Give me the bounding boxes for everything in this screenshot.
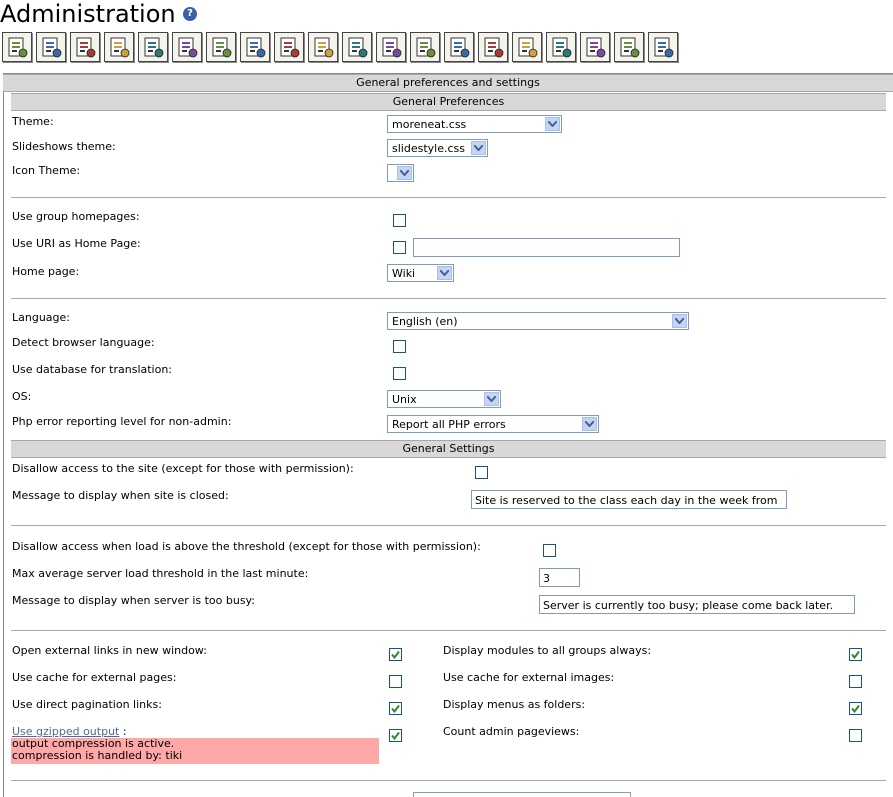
gzip-checkbox[interactable] bbox=[389, 729, 402, 742]
max-load-input[interactable]: 3 bbox=[539, 568, 580, 587]
detect-language-checkbox[interactable] bbox=[393, 340, 406, 353]
textarea-icon[interactable] bbox=[648, 32, 678, 62]
closed-message-label: Message to display when site is closed: bbox=[12, 489, 229, 502]
polls-icon[interactable] bbox=[512, 32, 542, 62]
faqs-icon[interactable] bbox=[274, 32, 304, 62]
gzip-status-line: compression is handled by: tiki bbox=[12, 749, 183, 762]
modules-all-groups-label: Display modules to all groups always: bbox=[443, 644, 652, 657]
separator bbox=[11, 630, 886, 631]
chevron-down-icon bbox=[484, 392, 499, 406]
admin-pageviews-checkbox[interactable] bbox=[849, 729, 862, 742]
php-error-label: Php error reporting level for non-admin: bbox=[12, 415, 232, 428]
images-icon[interactable] bbox=[546, 32, 576, 62]
busy-message-value: Server is currently too busy; please com… bbox=[543, 599, 834, 612]
cache-pages-label: Use cache for external pages: bbox=[12, 671, 177, 684]
uri-home-checkbox[interactable] bbox=[393, 241, 406, 254]
icon-theme-label: Icon Theme: bbox=[12, 164, 81, 177]
theme-select[interactable]: moreneat.css bbox=[387, 115, 562, 133]
slideshows-theme-select[interactable]: slidestyle.css bbox=[387, 139, 488, 157]
help-icon[interactable]: ? bbox=[183, 7, 197, 21]
maps-icon[interactable] bbox=[308, 32, 338, 62]
chevron-down-icon bbox=[582, 417, 597, 431]
disallow-load-label: Disallow access when load is above the t… bbox=[12, 540, 481, 553]
webmail-icon[interactable] bbox=[444, 32, 474, 62]
separator bbox=[11, 197, 886, 198]
faq-icon[interactable] bbox=[376, 32, 406, 62]
php-error-value: Report all PHP errors bbox=[392, 418, 506, 431]
home-page-select[interactable]: Wiki bbox=[387, 264, 454, 282]
cache-pages-checkbox[interactable] bbox=[389, 675, 402, 688]
chevron-down-icon bbox=[672, 314, 687, 328]
os-select[interactable]: Unix bbox=[387, 390, 501, 408]
chevron-down-icon bbox=[545, 117, 560, 131]
gzip-status-box: output compression is active. compressio… bbox=[11, 738, 379, 764]
busy-message-label: Message to display when server is too bu… bbox=[12, 594, 255, 607]
disallow-access-checkbox[interactable] bbox=[475, 466, 488, 479]
chevron-down-icon bbox=[437, 266, 452, 280]
closed-message-value: Site is reserved to the class each day i… bbox=[475, 494, 778, 507]
closed-message-input[interactable]: Site is reserved to the class each day i… bbox=[471, 490, 787, 509]
busy-message-input[interactable]: Server is currently too busy; please com… bbox=[539, 595, 855, 614]
features-icon[interactable] bbox=[2, 32, 32, 62]
file-gallery-icon[interactable] bbox=[172, 32, 202, 62]
menus-folders-checkbox[interactable] bbox=[849, 702, 862, 715]
login-icon[interactable] bbox=[36, 32, 66, 62]
chevron-down-icon bbox=[471, 141, 486, 155]
slideshows-theme-value: slidestyle.css bbox=[392, 142, 465, 155]
language-label: Language: bbox=[12, 311, 70, 324]
general-settings-header: General Settings bbox=[11, 440, 886, 458]
uri-home-label: Use URI as Home Page: bbox=[12, 237, 141, 250]
language-value: English (en) bbox=[392, 315, 458, 328]
forums-icon[interactable] bbox=[240, 32, 270, 62]
detect-language-label: Detect browser language: bbox=[12, 336, 155, 349]
os-value: Unix bbox=[392, 393, 417, 406]
language-select[interactable]: English (en) bbox=[387, 312, 689, 330]
admin-pageviews-label: Count admin pageviews: bbox=[443, 725, 580, 738]
db-translation-label: Use database for translation: bbox=[12, 363, 173, 376]
chevron-down-icon bbox=[397, 166, 412, 180]
search-icon[interactable] bbox=[614, 32, 644, 62]
gallery-icon[interactable] bbox=[138, 32, 168, 62]
menus-folders-label: Display menus as folders: bbox=[443, 698, 586, 711]
separator bbox=[11, 780, 886, 781]
blogs-icon[interactable] bbox=[206, 32, 236, 62]
max-load-value: 3 bbox=[543, 572, 550, 585]
theme-label: Theme: bbox=[12, 115, 54, 128]
wiki-icon[interactable] bbox=[104, 32, 134, 62]
external-links-checkbox[interactable] bbox=[389, 648, 402, 661]
modules-all-groups-checkbox[interactable] bbox=[849, 648, 862, 661]
cache-images-checkbox[interactable] bbox=[849, 675, 862, 688]
external-links-label: Open external links in new window: bbox=[12, 644, 207, 657]
slideshows-theme-label: Slideshows theme: bbox=[12, 140, 116, 153]
separator bbox=[11, 298, 886, 299]
max-load-label: Max average server load threshold in the… bbox=[12, 567, 309, 580]
direct-pagination-label: Use direct pagination links: bbox=[12, 698, 162, 711]
group-homepages-checkbox[interactable] bbox=[393, 214, 406, 227]
settings-panel bbox=[3, 73, 893, 797]
disallow-load-checkbox[interactable] bbox=[543, 544, 556, 557]
page-title: Administration bbox=[0, 0, 176, 28]
cache-images-label: Use cache for external images: bbox=[443, 671, 615, 684]
trackers-icon[interactable] bbox=[410, 32, 440, 62]
icon-theme-select[interactable] bbox=[387, 164, 414, 182]
theme-value: moreneat.css bbox=[392, 118, 467, 131]
db-translation-checkbox[interactable] bbox=[393, 367, 406, 380]
main-section-header: General preferences and settings bbox=[3, 74, 893, 92]
separator bbox=[11, 525, 886, 526]
articles-icon[interactable] bbox=[342, 32, 372, 62]
home-page-label: Home page: bbox=[12, 265, 80, 278]
group-homepages-label: Use group homepages: bbox=[12, 210, 140, 223]
meta-tags-icon[interactable] bbox=[580, 32, 610, 62]
partial-input[interactable] bbox=[413, 792, 631, 797]
php-error-select[interactable]: Report all PHP errors bbox=[387, 415, 599, 433]
general-preferences-header: General Preferences bbox=[11, 93, 886, 111]
disallow-access-label: Disallow access to the site (except for … bbox=[12, 462, 354, 475]
os-label: OS: bbox=[12, 390, 32, 403]
home-page-value: Wiki bbox=[392, 267, 416, 280]
direct-pagination-checkbox[interactable] bbox=[389, 702, 402, 715]
uri-home-input[interactable] bbox=[413, 238, 680, 257]
directory-icon[interactable] bbox=[478, 32, 508, 62]
profiles-icon[interactable] bbox=[70, 32, 100, 62]
